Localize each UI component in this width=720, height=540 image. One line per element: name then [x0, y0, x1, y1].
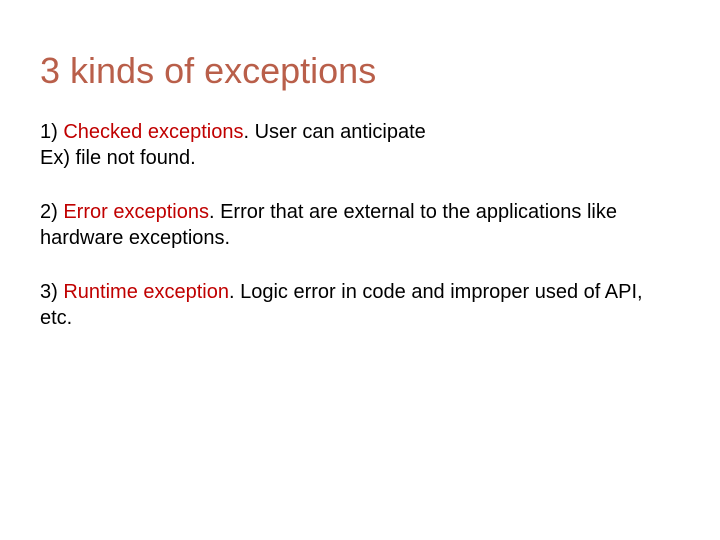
exception-item-1: 1) Checked exceptions. User can anticipa…	[40, 119, 680, 171]
exception-term: Runtime exception	[63, 281, 229, 303]
slide: 3 kinds of exceptions 1) Checked excepti…	[0, 0, 720, 540]
item-number: 3)	[40, 281, 63, 303]
item-number: 1)	[40, 121, 63, 143]
slide-title: 3 kinds of exceptions	[40, 50, 680, 91]
exception-desc: . User can anticipate	[243, 121, 425, 143]
exception-term: Error exceptions	[63, 201, 209, 223]
exception-item-3: 3) Runtime exception. Logic error in cod…	[40, 279, 680, 331]
exception-term: Checked exceptions	[63, 121, 243, 143]
exception-item-2: 2) Error exceptions. Error that are exte…	[40, 199, 680, 251]
item-number: 2)	[40, 201, 63, 223]
exception-extra: Ex) file not found.	[40, 147, 196, 169]
slide-body: 1) Checked exceptions. User can anticipa…	[40, 119, 680, 331]
